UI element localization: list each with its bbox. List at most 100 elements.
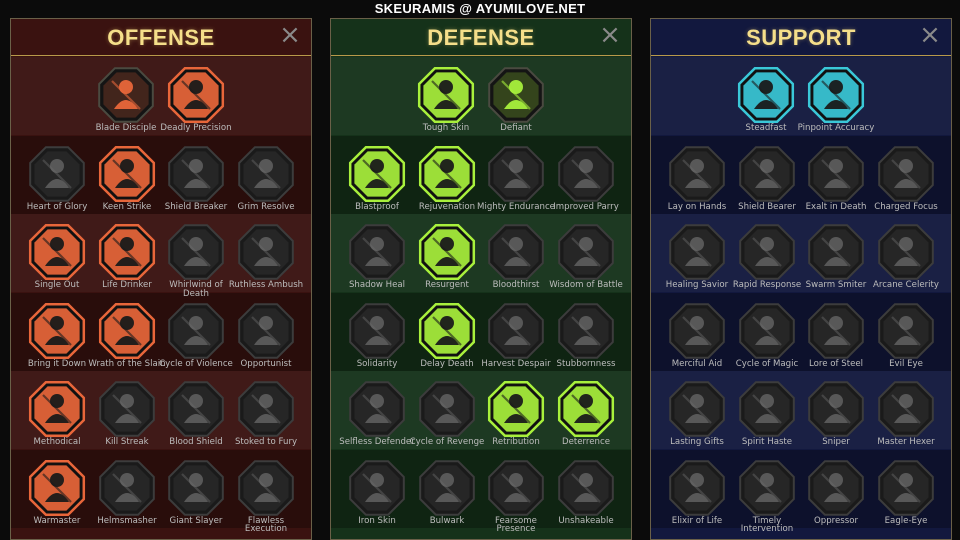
skill-label: Methodical: [33, 437, 81, 448]
skill-helmsmasher[interactable]: Helmsmasher: [92, 458, 162, 536]
skill-label: Pinpoint Accuracy: [797, 123, 875, 133]
ambush-icon: [238, 224, 294, 280]
skill-mighty-endurance[interactable]: Mighty Endurance: [477, 144, 555, 222]
skill-kill-streak[interactable]: Kill Streak: [92, 379, 162, 457]
skill-bloodthirst[interactable]: Bloodthirst: [481, 222, 551, 300]
skill-resurgent[interactable]: Resurgent: [412, 222, 482, 300]
skill-stoked-to-fury[interactable]: Stoked to Fury: [231, 379, 301, 457]
skill-opportunist[interactable]: Opportunist: [231, 301, 301, 379]
eagle-icon: [878, 460, 934, 516]
skill-wrath-of-the-slain[interactable]: Wrath of the Slain: [88, 301, 166, 379]
skill-steadfast[interactable]: Steadfast: [731, 65, 801, 143]
skill-single-out[interactable]: Single Out: [22, 222, 92, 300]
skill-grim-resolve[interactable]: Grim Resolve: [231, 144, 301, 222]
skill-swarm-smiter[interactable]: Swarm Smiter: [801, 222, 871, 300]
slash-icon: [98, 145, 156, 202]
skill-shield-bearer[interactable]: Shield Bearer: [732, 144, 802, 222]
hexer-icon: [878, 381, 934, 438]
shadow-figure-icon: [349, 224, 405, 280]
skill-label: Eagle-Eye: [884, 516, 928, 526]
skill-shadow-heal[interactable]: Shadow Heal: [342, 222, 412, 300]
close-icon[interactable]: ×: [279, 22, 301, 48]
swarm-icon: [808, 224, 864, 280]
skill-label: Bring it Down: [27, 358, 87, 369]
skill-blood-shield[interactable]: Blood Shield: [161, 379, 231, 457]
skill-oppressor[interactable]: Oppressor: [801, 458, 871, 536]
skill-delay-death[interactable]: Delay Death: [412, 301, 482, 379]
skill-keen-strike[interactable]: Keen Strike: [92, 144, 162, 222]
skill-ruthless-ambush[interactable]: Ruthless Ambush: [229, 222, 303, 300]
skill-merciful-aid[interactable]: Merciful Aid: [662, 301, 732, 379]
skill-healing-savior[interactable]: Healing Savior: [662, 222, 732, 300]
skill-cycle-of-magic[interactable]: Cycle of Magic: [732, 301, 802, 379]
skill-blastproof[interactable]: Blastproof: [342, 144, 412, 222]
parry-icon: [558, 145, 614, 202]
skill-timely-intervention[interactable]: Timely Intervention: [732, 458, 802, 536]
reaper-icon: [739, 460, 795, 516]
skill-deterrence[interactable]: Deterrence: [551, 379, 621, 457]
skill-sniper[interactable]: Sniper: [801, 379, 871, 457]
skill-lasting-gifts[interactable]: Lasting Gifts: [662, 379, 732, 457]
panel-header: SUPPORT ×: [651, 19, 951, 56]
skill-charged-focus[interactable]: Charged Focus: [871, 144, 941, 222]
strongman-icon: [558, 460, 614, 516]
arrows-target-icon: [28, 224, 86, 281]
skill-rejuvenation[interactable]: Rejuvenation: [412, 144, 482, 222]
chained-heart-icon: [669, 302, 725, 359]
skill-methodical[interactable]: Methodical: [22, 379, 92, 457]
crossed-swords-icon: [98, 67, 154, 123]
skill-whirlwind-of-death[interactable]: Whirlwind of Death: [161, 222, 231, 300]
skill-lay-on-hands[interactable]: Lay on Hands: [662, 144, 732, 222]
skill-label: Whirlwind of Death: [169, 280, 223, 299]
lightning-shield-icon: [739, 224, 795, 280]
close-icon[interactable]: ×: [599, 22, 621, 48]
skill-improved-parry[interactable]: Improved Parry: [551, 144, 621, 222]
skill-rapid-response[interactable]: Rapid Response: [732, 222, 802, 300]
skill-flawless-execution[interactable]: Flawless Execution: [231, 458, 301, 536]
skill-arcane-celerity[interactable]: Arcane Celerity: [871, 222, 941, 300]
skill-label: Fearsome Presence: [495, 516, 537, 535]
skill-warmaster[interactable]: Warmaster: [22, 458, 92, 536]
skill-retribution[interactable]: Retribution: [481, 379, 551, 457]
horned-warrior-icon: [29, 145, 85, 202]
skill-label: Delay Death: [420, 358, 474, 369]
skill-evil-eye[interactable]: Evil Eye: [871, 301, 941, 379]
skill-wisdom-of-battle[interactable]: Wisdom of Battle: [549, 222, 623, 300]
skill-eagle-eye[interactable]: Eagle-Eye: [871, 458, 941, 536]
skill-exalt-in-death[interactable]: Exalt in Death: [801, 144, 871, 222]
skill-stubbornness[interactable]: Stubbornness: [551, 301, 621, 379]
skill-heart-of-glory[interactable]: Heart of Glory: [22, 144, 92, 222]
skill-solidarity[interactable]: Solidarity: [342, 301, 412, 379]
skill-cycle-of-violence[interactable]: Cycle of Violence: [159, 301, 233, 379]
skill-label: Ruthless Ambush: [228, 280, 304, 291]
skill-blade-disciple[interactable]: Blade Disciple: [91, 65, 161, 143]
close-icon[interactable]: ×: [919, 22, 941, 48]
skill-shield-breaker[interactable]: Shield Breaker: [161, 144, 231, 222]
skill-master-hexer[interactable]: Master Hexer: [871, 379, 941, 457]
skill-tough-skin[interactable]: Tough Skin: [411, 65, 481, 143]
muscle-icon: [488, 145, 544, 202]
skill-iron-skin[interactable]: Iron Skin: [342, 458, 412, 536]
skill-unshakeable[interactable]: Unshakeable: [551, 458, 621, 536]
skill-pinpoint-accuracy[interactable]: Pinpoint Accuracy: [798, 65, 874, 143]
skill-life-drinker[interactable]: Life Drinker: [92, 222, 162, 300]
skill-label: Lay on Hands: [667, 201, 727, 212]
skill-elixir-of-life[interactable]: Elixir of Life: [662, 458, 732, 536]
skill-defiant[interactable]: Defiant: [481, 65, 551, 143]
skill-spirit-haste[interactable]: Spirit Haste: [732, 379, 802, 457]
skill-label: Spirit Haste: [741, 437, 793, 448]
skill-bulwark[interactable]: Bulwark: [412, 458, 482, 536]
drops-icon: [419, 381, 475, 438]
skill-fearsome-presence[interactable]: Fearsome Presence: [481, 458, 551, 536]
skill-deadly-precision[interactable]: Deadly Precision: [160, 65, 232, 143]
charged-arrow-icon: [878, 145, 934, 202]
skill-cycle-of-revenge[interactable]: Cycle of Revenge: [410, 379, 484, 457]
skill-harvest-despair[interactable]: Harvest Despair: [481, 301, 551, 379]
skill-bring-it-down[interactable]: Bring it Down: [22, 301, 92, 379]
skill-lore-of-steel[interactable]: Lore of Steel: [801, 301, 871, 379]
skill-label: Stoked to Fury: [234, 437, 298, 448]
skill-selfless-defender[interactable]: Selfless Defender: [339, 379, 415, 457]
skill-giant-slayer[interactable]: Giant Slayer: [161, 458, 231, 536]
sage-icon: [558, 224, 614, 280]
skull-icon: [99, 381, 155, 438]
